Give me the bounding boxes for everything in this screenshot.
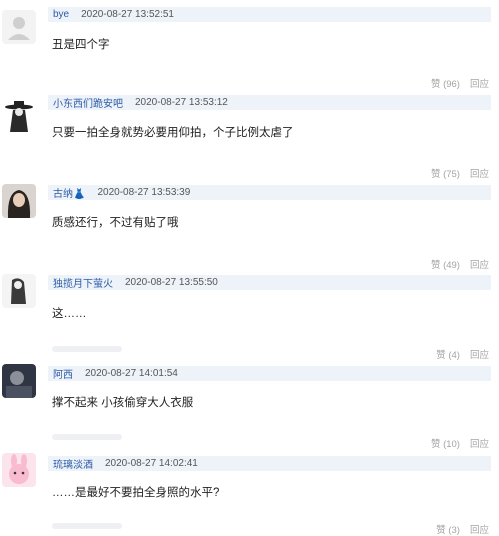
comment-time: 2020-08-27 14:01:54 <box>85 368 178 379</box>
girl-photo-avatar-icon[interactable] <box>2 184 36 218</box>
comment-meta: bye 2020-08-27 13:52:51 <box>48 7 491 22</box>
comment-text: 撑不起来 小孩偷穿大人衣服 <box>52 397 194 409</box>
comment-meta: 独揽月下萤火 2020-08-27 13:55:50 <box>48 275 491 290</box>
comment-text: 丑是四个字 <box>52 39 110 51</box>
ink-figure-avatar-icon[interactable] <box>2 274 36 308</box>
comment-actions: 赞 (75) 回应 <box>431 166 489 180</box>
hat-figure-avatar-icon[interactable] <box>2 98 36 132</box>
comment-text: ……是最好不要拍全身照的水平? <box>52 487 220 499</box>
comment-time: 2020-08-27 13:53:12 <box>135 97 228 108</box>
comment-item: 阿西 2020-08-27 14:01:54 撑不起来 小孩偷穿大人衣服 赞 (… <box>0 356 499 450</box>
comment-username[interactable]: 阿西 <box>53 366 73 381</box>
blurred-text <box>52 434 122 440</box>
comment-item: 独揽月下萤火 2020-08-27 13:55:50 这…… 赞 (4) 回应 <box>0 270 499 361</box>
reply-button[interactable]: 回应 <box>470 522 489 536</box>
comment-time: 2020-08-27 13:52:51 <box>81 9 174 20</box>
dark-photo-avatar-icon[interactable] <box>2 364 36 398</box>
like-button[interactable]: 赞 (75) <box>431 166 460 180</box>
pink-bunny-avatar-icon[interactable] <box>2 453 36 487</box>
reply-button[interactable]: 回应 <box>470 166 489 180</box>
reply-button[interactable]: 回应 <box>470 76 489 90</box>
comment-username[interactable]: 琉璃淡酒 <box>53 456 93 471</box>
comment-meta: 阿西 2020-08-27 14:01:54 <box>48 366 491 381</box>
comment-meta: 琉璃淡酒 2020-08-27 14:02:41 <box>48 456 491 471</box>
comment-item: 古纳👗 2020-08-27 13:53:39 质感还行，不过有贴了哦 赞 (4… <box>0 180 499 271</box>
like-button[interactable]: 赞 (3) <box>436 522 460 536</box>
comment-time: 2020-08-27 13:53:39 <box>97 187 191 198</box>
comment-item: 小东西们跪安吧 2020-08-27 13:53:12 只要一拍全身就势必要用仰… <box>0 90 499 180</box>
like-button[interactable]: 赞 (96) <box>431 76 460 90</box>
comment-text: 质感还行，不过有贴了哦 <box>52 217 179 229</box>
comment-actions: 赞 (96) 回应 <box>431 76 489 90</box>
default-avatar-icon[interactable] <box>2 10 36 44</box>
comment-username[interactable]: bye <box>53 9 69 20</box>
comment-meta: 小东西们跪安吧 2020-08-27 13:53:12 <box>48 95 491 110</box>
reply-button[interactable]: 回应 <box>470 257 489 271</box>
like-button[interactable]: 赞 (49) <box>431 257 460 271</box>
blurred-text <box>52 523 122 529</box>
blurred-text <box>52 346 122 352</box>
comment-text: 只要一拍全身就势必要用仰拍，个子比例太虐了 <box>52 127 294 139</box>
comment-item: bye 2020-08-27 13:52:51 丑是四个字 赞 (96) 回应 <box>0 0 499 90</box>
comment-time: 2020-08-27 13:55:50 <box>125 277 218 288</box>
comment-actions: 赞 (49) 回应 <box>431 257 489 271</box>
comment-username[interactable]: 古纳👗 <box>53 185 85 200</box>
comment-actions: 赞 (3) 回应 <box>436 522 489 536</box>
comment-username[interactable]: 小东西们跪安吧 <box>53 95 123 110</box>
comment-item: 琉璃淡酒 2020-08-27 14:02:41 ……是最好不要拍全身照的水平?… <box>0 442 499 536</box>
comment-time: 2020-08-27 14:02:41 <box>105 458 198 469</box>
comment-meta: 古纳👗 2020-08-27 13:53:39 <box>48 185 491 200</box>
comment-username[interactable]: 独揽月下萤火 <box>53 275 113 290</box>
comment-text: 这…… <box>52 308 87 320</box>
